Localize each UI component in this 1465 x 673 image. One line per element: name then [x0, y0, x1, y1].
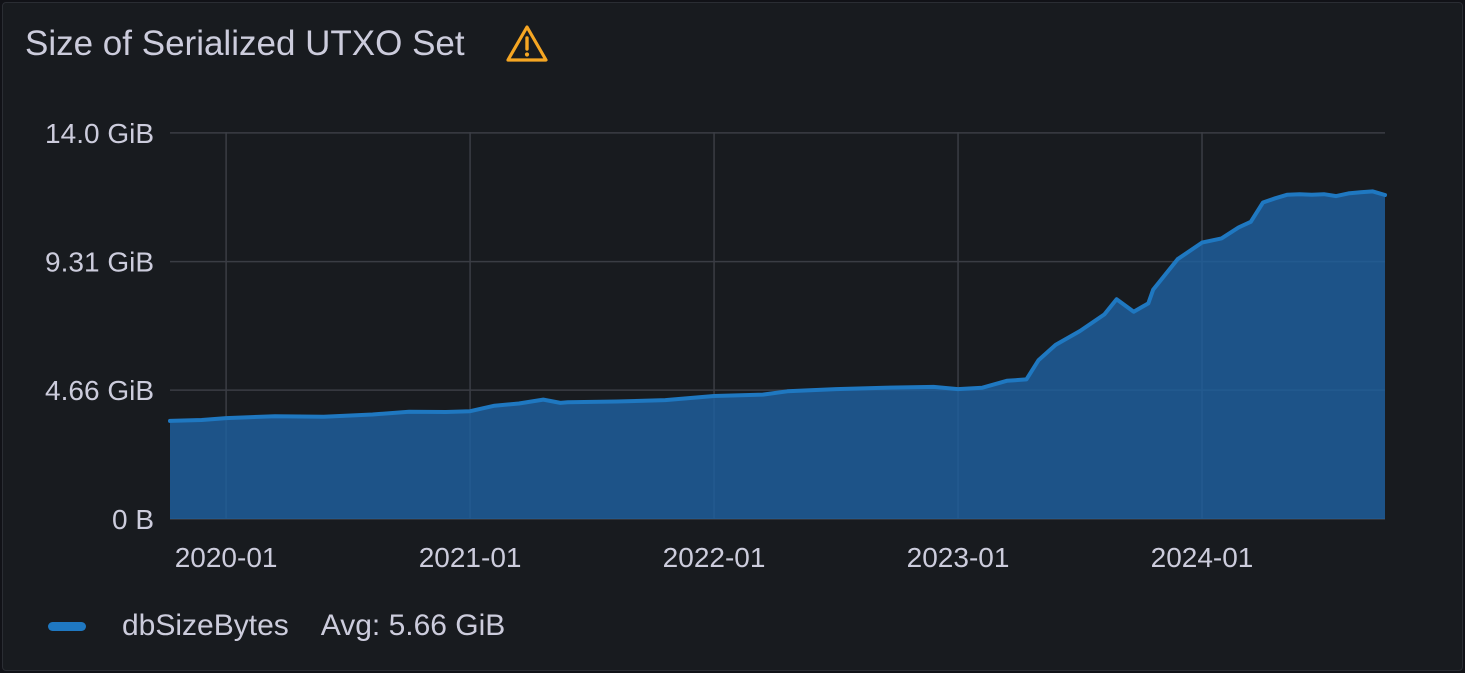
legend-avg-stat: Avg: 5.66 GiB — [320, 609, 506, 642]
x-tick-label: 2022-01 — [663, 542, 766, 573]
legend-series-name: dbSizeBytes — [122, 609, 289, 642]
y-tick-label: 9.31 GiB — [45, 247, 154, 278]
x-tick-label: 2020-01 — [175, 542, 278, 573]
area-chart: 0 B 4.66 GiB 9.31 GiB 14.0 GiB 2020-01 2021-0… — [45, 118, 1387, 573]
x-tick-label: 2023-01 — [907, 542, 1010, 573]
legend-item-dbsizebytes[interactable]: dbSizeBytes Avg: 5.66 GiB — [48, 602, 505, 650]
x-tick-label: 2021-01 — [419, 542, 522, 573]
y-tick-label: 4.66 GiB — [45, 375, 154, 406]
x-tick-label: 2024-01 — [1151, 542, 1254, 573]
y-tick-label: 14.0 GiB — [45, 118, 154, 149]
legend-color-swatch — [48, 621, 86, 631]
y-tick-label: 0 B — [112, 504, 154, 535]
